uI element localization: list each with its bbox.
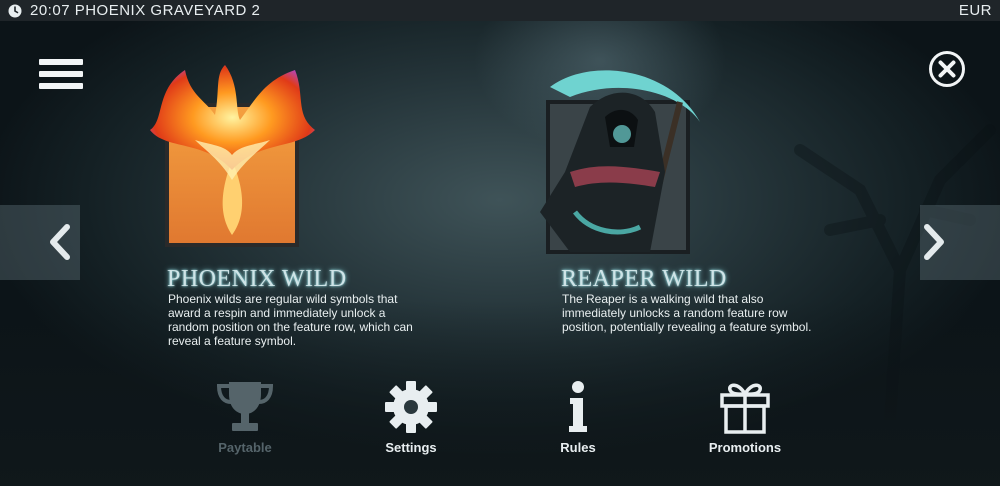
- description-line: reveal a feature symbol.: [168, 334, 297, 348]
- paytable-label: Paytable: [218, 440, 272, 455]
- paytable-button[interactable]: Paytable: [190, 380, 300, 455]
- reaper-wild-title: REAPER WILD: [561, 266, 727, 292]
- status-game-title: PHOENIX GRAVEYARD 2: [74, 2, 261, 19]
- reaper-wild-description: The Reaper is a walking wild that also i…: [562, 292, 862, 334]
- status-bar: 20:07 PHOENIX GRAVEYARD 2 EUR: [0, 0, 1000, 21]
- gear-icon: [385, 381, 437, 433]
- next-page-button[interactable]: [919, 222, 949, 262]
- description-line: award a respin and immediately unlock a: [168, 306, 386, 320]
- rules-label: Rules: [560, 440, 596, 455]
- phoenix-wild-title: PHOENIX WILD: [167, 266, 347, 292]
- rules-button[interactable]: Rules: [523, 380, 633, 455]
- reaper-wild-symbol: [540, 70, 700, 254]
- hamburger-menu-icon: [39, 59, 83, 65]
- description-line: random position on the feature row, whic…: [168, 320, 413, 334]
- description-line: position, potentially revealing a featur…: [562, 320, 812, 334]
- close-icon: [929, 51, 965, 87]
- prev-page-button[interactable]: [45, 222, 75, 262]
- description-line: immediately unlocks a random feature row: [562, 306, 788, 320]
- gift-icon: [720, 383, 770, 434]
- clock-icon: [8, 4, 22, 17]
- status-title: 20:07 PHOENIX GRAVEYARD 2: [30, 2, 959, 19]
- settings-label: Settings: [385, 440, 437, 455]
- status-time: 20:07: [30, 2, 71, 19]
- chevron-right-icon: [924, 224, 944, 260]
- hamburger-line: [39, 83, 83, 89]
- promotions-label: Promotions: [708, 440, 782, 455]
- chevron-left-icon: [50, 224, 70, 260]
- phoenix-wild-symbol: [150, 65, 315, 247]
- phoenix-wild-description: Phoenix wilds are regular wild symbols t…: [168, 292, 463, 348]
- close-button[interactable]: [928, 50, 966, 88]
- description-line: Phoenix wilds are regular wild symbols t…: [168, 292, 398, 306]
- promotions-button[interactable]: Promotions: [690, 380, 800, 455]
- trophy-icon: [216, 382, 274, 431]
- settings-button[interactable]: Settings: [356, 380, 466, 455]
- status-currency: EUR: [958, 2, 992, 19]
- info-icon: [569, 381, 587, 432]
- hamburger-line: [39, 71, 83, 77]
- description-line: The Reaper is a walking wild that also: [562, 292, 764, 306]
- menu-button[interactable]: [39, 59, 83, 95]
